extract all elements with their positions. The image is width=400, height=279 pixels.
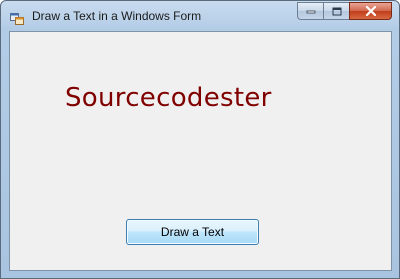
window-title: Draw a Text in a Windows Form xyxy=(32,9,202,23)
minimize-icon xyxy=(306,10,315,14)
maximize-icon xyxy=(332,7,341,15)
drawn-text: Sourcecodester xyxy=(65,83,272,113)
close-icon xyxy=(365,6,376,16)
caption-buttons xyxy=(297,2,392,21)
close-button[interactable] xyxy=(349,2,392,20)
draw-text-button[interactable]: Draw a Text xyxy=(126,219,259,245)
title-bar[interactable]: Draw a Text in a Windows Form xyxy=(1,1,399,31)
winforms-app-icon[interactable] xyxy=(10,10,24,25)
app-window: Draw a Text in a Windows Form Sourcecode… xyxy=(0,0,400,279)
form-client-area: Sourcecodester Draw a Text xyxy=(9,31,392,271)
maximize-button[interactable] xyxy=(323,2,349,20)
minimize-button[interactable] xyxy=(297,2,323,20)
